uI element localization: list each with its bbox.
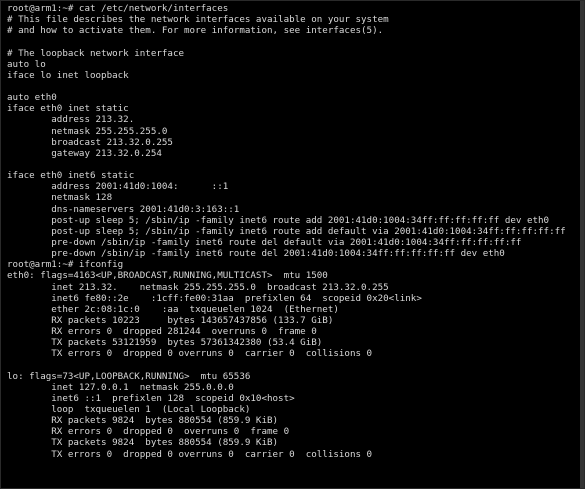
terminal-line: RX errors 0 dropped 281244 overruns 0 fr… — [7, 326, 317, 338]
terminal-line: pre-down /sbin/ip -family inet6 route de… — [7, 236, 522, 248]
terminal-line: TX errors 0 dropped 0 overruns 0 carrier… — [7, 448, 373, 460]
terminal-line: # and how to activate them. For more inf… — [7, 25, 384, 37]
terminal-line: broadcast 213.32.0.255 — [7, 136, 173, 148]
terminal-line: iface lo inet loopback — [7, 69, 129, 81]
terminal-line: inet6 fe80::2e :1cff:fe00:31aa prefixlen… — [7, 292, 422, 304]
terminal-line: netmask 128 — [7, 192, 113, 204]
scrollbar[interactable] — [580, 1, 584, 488]
terminal-line: auto lo — [7, 58, 46, 70]
terminal-line: post-up sleep 5; /sbin/ip -family inet6 … — [7, 225, 566, 237]
terminal-line: inet 127.0.0.1 netmask 255.0.0.0 — [7, 381, 234, 393]
terminal-line: TX packets 9824 bytes 880554 (859.9 KiB) — [7, 437, 279, 449]
terminal-line: lo: flags=73<UP,LOOPBACK,RUNNING> mtu 65… — [7, 370, 251, 382]
terminal-line: RX errors 0 dropped 0 overruns 0 frame 0 — [7, 426, 290, 438]
terminal-line: RX packets 9824 bytes 880554 (859.9 KiB) — [7, 415, 279, 427]
terminal-line: iface eth0 inet6 static — [7, 170, 135, 182]
terminal-line: RX packets 10223 bytes 143657437856 (133… — [7, 314, 334, 326]
scrollbar-thumb[interactable] — [580, 1, 584, 488]
terminal-line: root@arm1:~# ifconfig — [7, 259, 124, 271]
terminal-line: post-up sleep 5; /sbin/ip -family inet6 … — [7, 214, 550, 226]
terminal-line: TX errors 0 dropped 0 overruns 0 carrier… — [7, 348, 373, 360]
terminal-line: ether 2c:08:1c:0 :aa txqueuelen 1024 (Et… — [7, 303, 339, 315]
terminal-line: # The loopback network interface — [7, 47, 185, 59]
terminal-line: dns-nameservers 2001:41d0:3:163::1 — [7, 203, 240, 215]
terminal-line: root@arm1:~# cat /etc/network/interfaces — [7, 3, 229, 14]
terminal-line: TX packets 53121959 bytes 57361342380 (5… — [7, 337, 323, 349]
terminal-line: # This file describes the network interf… — [7, 14, 389, 26]
terminal-line: pre-down /sbin/ip -family inet6 route de… — [7, 248, 505, 260]
terminal-line: gateway 213.32.0.254 — [7, 147, 162, 159]
terminal-line: iface eth0 inet static — [7, 103, 129, 115]
terminal-line: address 213.32. — [7, 114, 135, 126]
terminal-output: root@arm1:~# cat /etc/network/interfaces… — [1, 3, 584, 482]
terminal-line: loop txqueuelen 1 (Local Loopback) — [7, 404, 251, 416]
terminal-line: address 2001:41d0:1004: ::1 — [7, 181, 229, 193]
terminal-line: auto eth0 — [7, 92, 57, 104]
terminal-window[interactable]: root@arm1:~# cat /etc/network/interfaces… — [0, 0, 585, 489]
terminal-line: eth0: flags=4163<UP,BROADCAST,RUNNING,MU… — [7, 270, 328, 282]
terminal-line: inet 213.32. netmask 255.255.255.0 broad… — [7, 281, 389, 293]
terminal-line: netmask 255.255.255.0 — [7, 125, 168, 137]
terminal-line: inet6 ::1 prefixlen 128 scopeid 0x10<hos… — [7, 392, 295, 404]
